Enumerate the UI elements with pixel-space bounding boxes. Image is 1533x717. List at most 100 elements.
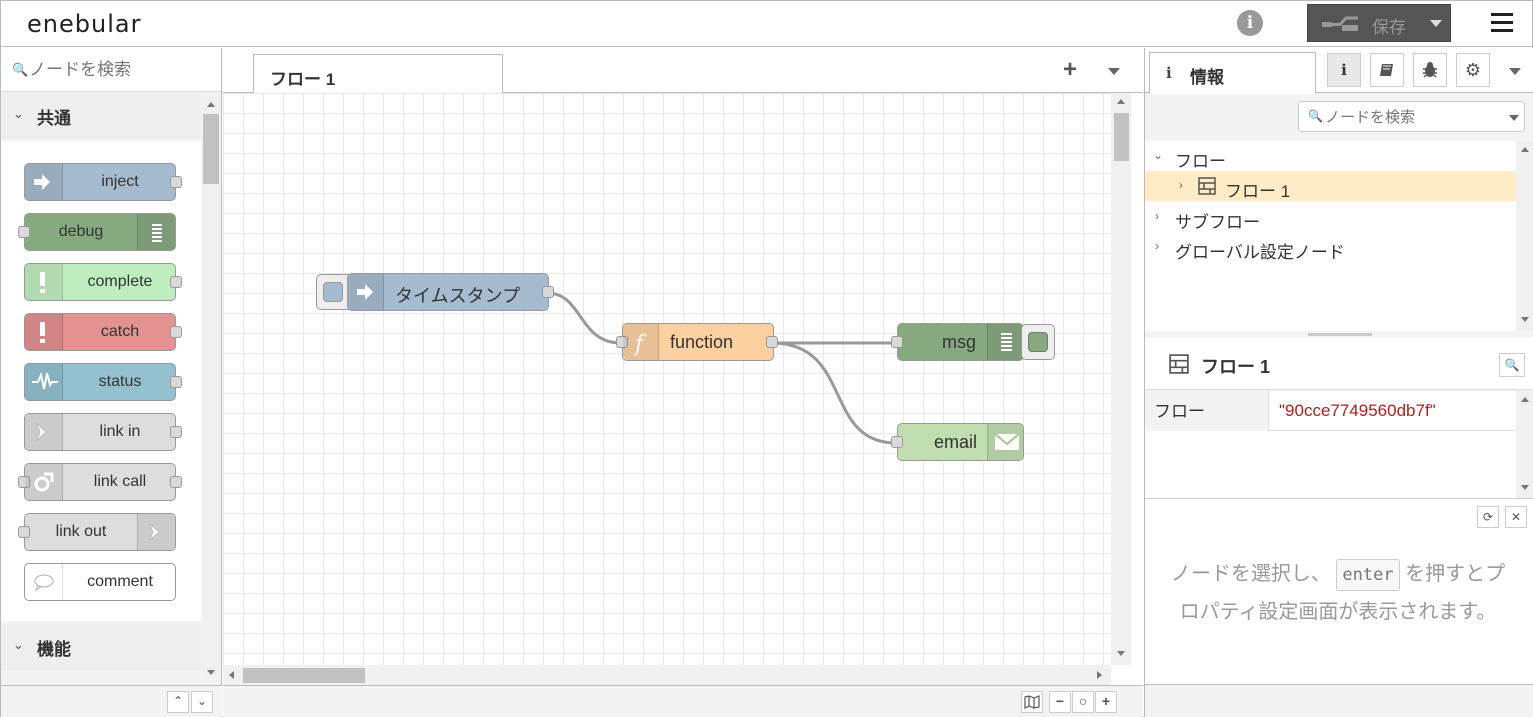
sidebar-splitter[interactable] <box>1308 333 1372 336</box>
property-scrollbar[interactable] <box>1516 391 1533 498</box>
palette-node-debug[interactable]: debug <box>18 213 176 251</box>
tree-item-flows[interactable]: ⌄ フロー <box>1145 141 1516 171</box>
input-port[interactable] <box>891 336 903 348</box>
output-port[interactable] <box>170 376 182 388</box>
scroll-thumb[interactable] <box>243 668 365 683</box>
palette-node-link-call[interactable]: link call <box>18 463 182 501</box>
palette-footer: ⌃ ⌄ <box>1 685 222 717</box>
navigator-map-icon[interactable] <box>1021 691 1043 713</box>
tab-flow-1[interactable]: フロー 1 <box>253 54 503 94</box>
output-port[interactable] <box>170 476 182 488</box>
info-sidebar: i 情報 i ⚙ 🔍 ⌄ フロー › <box>1144 48 1533 717</box>
node-label: タイムスタンプ <box>395 286 521 306</box>
palette-node-link-out[interactable]: link out <box>18 513 176 551</box>
palette-node-status[interactable]: status <box>24 363 182 401</box>
refresh-icon[interactable]: ⟳ <box>1477 506 1499 528</box>
alert-icon <box>25 264 63 300</box>
scroll-down-icon[interactable] <box>1521 485 1529 490</box>
search-icon[interactable]: 🔍 <box>1499 353 1525 377</box>
scroll-up-icon[interactable] <box>1117 99 1125 104</box>
palette-category-function[interactable]: ⌄ 機能 <box>1 624 201 670</box>
list-icon <box>987 324 1023 360</box>
input-port[interactable] <box>891 436 903 448</box>
chevron-down-icon[interactable] <box>1509 68 1521 75</box>
zoom-reset-icon[interactable]: ○ <box>1072 691 1094 713</box>
flow-node-function[interactable]: f function <box>616 323 778 361</box>
close-icon[interactable]: ✕ <box>1505 506 1527 528</box>
chevron-down-icon[interactable] <box>1509 115 1519 121</box>
palette-scrollbar[interactable] <box>202 96 220 676</box>
palette-node-comment[interactable]: comment <box>24 563 176 601</box>
svg-text:f: f <box>633 332 647 356</box>
tree-scrollbar[interactable] <box>1516 141 1533 331</box>
arrow-in-icon <box>348 274 384 310</box>
canvas-horizontal-scrollbar[interactable] <box>223 665 1111 685</box>
property-row: フロー "90cce7749560db7f" <box>1145 391 1516 431</box>
output-port[interactable] <box>170 176 182 188</box>
scroll-up-icon[interactable] <box>1521 397 1529 402</box>
chevron-down-icon[interactable] <box>1430 20 1442 27</box>
palette-node-inject[interactable]: inject <box>24 163 182 201</box>
output-port[interactable] <box>542 286 554 298</box>
chevron-down-icon[interactable] <box>1108 68 1120 75</box>
tree-item-flow-1[interactable]: › フロー 1 <box>1145 171 1516 201</box>
gear-icon[interactable]: ⚙ <box>1456 53 1490 87</box>
property-value[interactable]: "90cce7749560db7f" <box>1279 401 1436 421</box>
scroll-left-icon[interactable] <box>229 671 234 679</box>
workspace-tab-bar: フロー 1 + <box>223 48 1143 94</box>
flow-node-email[interactable]: email <box>891 423 1024 461</box>
bug-icon[interactable] <box>1413 53 1447 87</box>
chevron-down-icon: ⌄ <box>13 637 24 652</box>
palette-node-list: inject debug complete catch status link … <box>1 141 201 621</box>
scroll-up-icon[interactable] <box>207 102 215 107</box>
sidebar-search-input[interactable] <box>1325 106 1500 128</box>
zoom-in-icon[interactable]: + <box>1095 691 1117 713</box>
chevron-right-icon: › <box>1155 239 1159 253</box>
chevron-down-icon: ⌄ <box>1153 148 1164 162</box>
palette-search: 🔍 <box>1 48 221 92</box>
flow-wires <box>546 291 897 445</box>
zoom-out-icon[interactable]: − <box>1049 691 1071 713</box>
add-flow-icon[interactable]: + <box>1063 56 1077 84</box>
category-label: 機能 <box>37 640 71 659</box>
palette-search-input[interactable] <box>29 58 209 82</box>
debug-toggle-button[interactable] <box>1021 324 1055 360</box>
scroll-down-icon[interactable] <box>1521 317 1529 322</box>
flow-node-inject[interactable]: タイムスタンプ <box>347 273 554 311</box>
hamburger-menu-icon[interactable] <box>1491 13 1513 33</box>
node-label: msg <box>942 332 977 352</box>
wire-inject-function <box>546 291 622 345</box>
flow-node-debug[interactable]: msg <box>891 323 1024 361</box>
palette-node-link-in[interactable]: link in <box>24 413 182 451</box>
search-icon: 🔍 <box>1308 109 1323 123</box>
sidebar-search: 🔍 <box>1298 101 1525 132</box>
collapse-all-icon[interactable]: ⌃ <box>167 691 189 713</box>
palette-category-common[interactable]: ⌄ 共通 <box>1 93 201 139</box>
expand-all-icon[interactable]: ⌄ <box>191 691 213 713</box>
flow-canvas[interactable]: タイムスタンプ f function msg email <box>223 93 1111 665</box>
canvas-vertical-scrollbar[interactable] <box>1111 93 1131 665</box>
scroll-thumb[interactable] <box>1114 113 1129 161</box>
tab-info[interactable]: i 情報 <box>1149 52 1316 94</box>
info-tab-icon[interactable]: i <box>1327 53 1361 87</box>
scroll-thumb[interactable] <box>203 114 219 184</box>
output-port[interactable] <box>170 426 182 438</box>
tree-item-global-config[interactable]: › グローバル設定ノード <box>1145 232 1516 262</box>
save-button[interactable]: 保存 <box>1307 4 1451 42</box>
flow-icon <box>1169 354 1189 374</box>
scroll-down-icon[interactable] <box>1117 651 1125 656</box>
output-port[interactable] <box>170 326 182 338</box>
scroll-down-icon[interactable] <box>207 670 215 675</box>
palette-node-complete[interactable]: complete <box>24 263 182 301</box>
property-header: フロー 1 🔍 <box>1145 338 1533 390</box>
book-icon[interactable] <box>1370 53 1404 87</box>
info-icon[interactable]: i <box>1237 10 1263 36</box>
scroll-up-icon[interactable] <box>1521 147 1529 152</box>
workspace-footer: − ○ + <box>223 685 1143 717</box>
output-port[interactable] <box>766 336 778 348</box>
scroll-right-icon[interactable] <box>1097 671 1102 679</box>
sidebar-tab-bar: i 情報 i ⚙ <box>1145 48 1533 94</box>
palette-node-catch[interactable]: catch <box>24 313 182 351</box>
output-port[interactable] <box>170 276 182 288</box>
tree-item-subflows[interactable]: › サブフロー <box>1145 202 1516 232</box>
